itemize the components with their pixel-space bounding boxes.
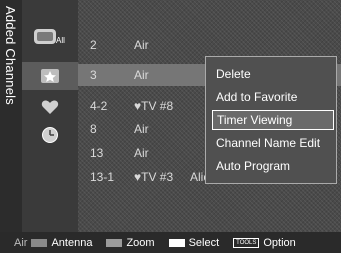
zoom-key-icon xyxy=(106,238,123,247)
channel-type: Air xyxy=(134,68,149,82)
antenna-key-icon xyxy=(31,238,48,247)
tv-all-icon: All xyxy=(34,29,65,45)
favorite-star-icon xyxy=(41,69,59,83)
category-added[interactable] xyxy=(22,62,78,90)
channel-number: 13 xyxy=(90,146,104,160)
category-all[interactable]: All xyxy=(22,22,78,48)
menu-item-channel-name-edit[interactable]: Channel Name Edit xyxy=(212,133,334,153)
channel-type: ♥TV #3 xyxy=(134,170,174,184)
sidebar-title: Added Channels xyxy=(3,6,18,105)
zoom-button[interactable]: Zoom xyxy=(126,237,154,249)
channel-number: 3 xyxy=(90,68,97,82)
menu-item-auto-program[interactable]: Auto Program xyxy=(212,156,334,176)
channel-type: Air xyxy=(134,146,149,160)
bottom-guide-bar: Air Antenna Zoom Select TOOLS Option xyxy=(0,232,341,253)
category-favorites[interactable] xyxy=(22,96,78,118)
select-button[interactable]: Select xyxy=(189,237,220,249)
channel-number: 13-1 xyxy=(90,170,115,184)
option-button[interactable]: Option xyxy=(263,237,295,249)
menu-item-delete[interactable]: Delete xyxy=(212,64,334,84)
menu-item-timer-viewing[interactable]: Timer Viewing xyxy=(212,110,334,130)
sidebar: Added Channels xyxy=(0,0,22,253)
channel-type: ♥TV #8 xyxy=(134,99,174,113)
tools-key-icon: TOOLS xyxy=(233,237,260,248)
channel-type: Air xyxy=(134,38,149,52)
category-column: All xyxy=(22,0,78,232)
heart-icon xyxy=(41,100,59,114)
tv-screen: Added Channels All 2 Air 3 Air 4-2 ♥TV #… xyxy=(0,0,341,253)
mode-label: Air xyxy=(14,236,28,249)
select-key-icon xyxy=(168,238,185,247)
channel-row[interactable]: 2 Air xyxy=(78,34,341,56)
svg-text:All: All xyxy=(56,36,65,45)
category-timer[interactable] xyxy=(22,124,78,146)
option-menu: Delete Add to Favorite Timer Viewing Cha… xyxy=(205,56,337,184)
clock-icon xyxy=(42,127,58,143)
menu-item-add-to-favorite[interactable]: Add to Favorite xyxy=(212,87,334,107)
channel-number: 8 xyxy=(90,122,97,136)
channel-number: 2 xyxy=(90,38,97,52)
channel-type: Air xyxy=(134,122,149,136)
antenna-button[interactable]: Antenna xyxy=(51,237,92,249)
channel-number: 4-2 xyxy=(90,99,108,113)
